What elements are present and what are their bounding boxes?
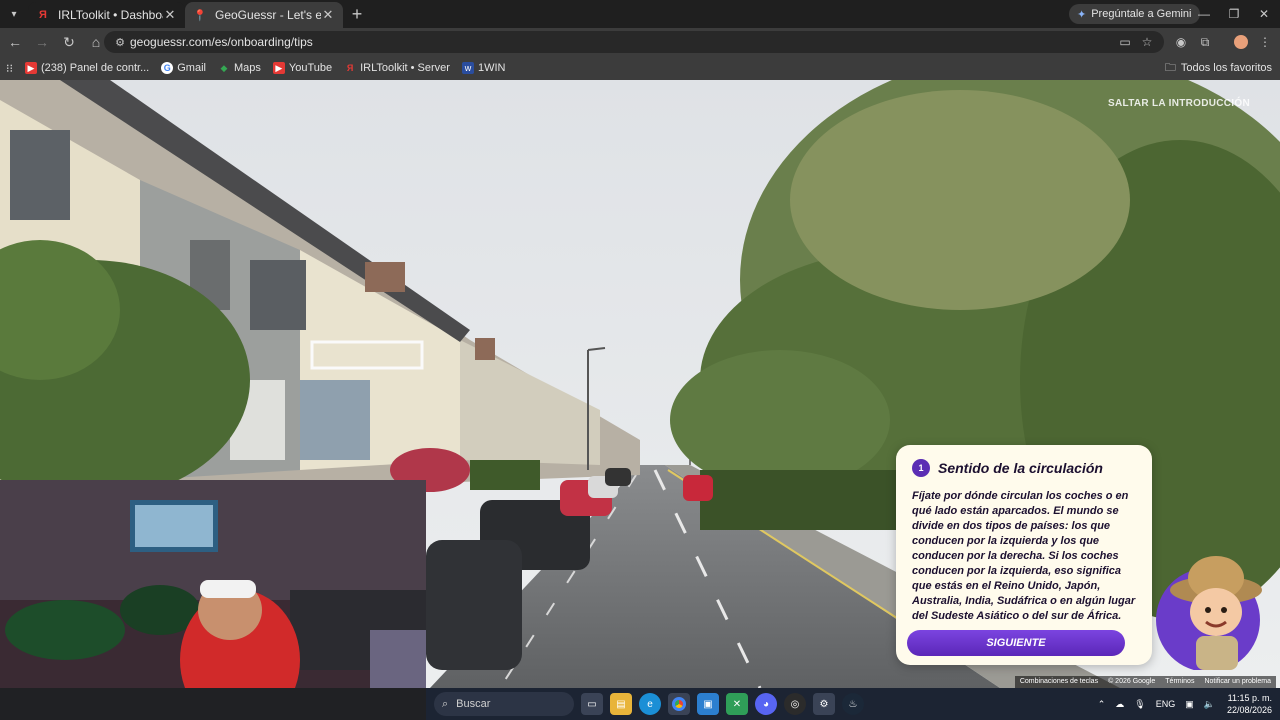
shortcuts-link[interactable]: Combinaciones de teclas — [1015, 676, 1103, 688]
search-label: Buscar — [456, 698, 491, 710]
back-button[interactable]: ← — [3, 30, 27, 54]
bookmark-maps[interactable]: ◆ Maps — [218, 62, 261, 74]
close-icon[interactable]: ✕ — [163, 7, 177, 23]
tip-body: Fíjate por dónde circulan los coches o e… — [912, 490, 1136, 622]
bookmark-label: YouTube — [288, 62, 333, 74]
star-icon[interactable]: ☆ — [1136, 31, 1158, 53]
gemini-label: Pregúntale a Gemini — [1091, 8, 1192, 20]
bookmark-label: 1WIN — [477, 62, 506, 74]
bookmark-label: IRLToolkit • Server — [360, 62, 450, 74]
webcam-scene — [0, 480, 426, 688]
tab-title: IRLToolkit • Dashboard — [58, 8, 163, 22]
cloud-icon[interactable]: ☁ — [1115, 699, 1124, 710]
store-icon[interactable]: ▣ — [697, 693, 719, 715]
bookmarks-bar: ⁝⁝ ▶ (238) Panel de contr... G Gmail ◆ Maps… — [0, 56, 1280, 80]
report-link[interactable]: Notificar un problema — [1199, 676, 1276, 688]
bookmark-youtube[interactable]: ▶ YouTube — [272, 62, 333, 74]
bookmark-irltoolkit[interactable]: Я IRLToolkit • Server — [344, 62, 450, 74]
clock-date: 22/08/2026 — [1226, 705, 1272, 715]
explorer-mascot — [1156, 550, 1266, 672]
address-bar[interactable]: ⚙ geoguessr.com/es/onboarding/tips — [104, 31, 1164, 53]
bookmark-label: Maps — [233, 62, 261, 74]
apps-icon[interactable]: ⁝⁝ — [6, 62, 13, 75]
extension-icon[interactable]: ◉ — [1170, 31, 1192, 53]
irltoolkit-icon: Я — [39, 9, 47, 21]
bookmark-1win[interactable]: w 1WIN — [461, 62, 506, 74]
tab-search-button[interactable]: ▾ — [0, 0, 28, 28]
all-bookmarks[interactable]: 🗀 Todos los favoritos — [1165, 56, 1272, 80]
youtube-icon: ▶ — [25, 62, 37, 74]
profile-avatar[interactable] — [1230, 31, 1252, 53]
new-tab-button[interactable]: + — [343, 4, 371, 25]
discord-icon[interactable]: ◕ — [755, 693, 777, 715]
site-info-icon[interactable]: ⚙ — [110, 36, 130, 49]
volume-icon[interactable]: 🔈 — [1204, 699, 1215, 710]
tab-title: GeoGuessr - Let's explore the w — [215, 8, 321, 22]
tip-number-badge: 1 — [912, 459, 930, 477]
search-icon: ⌕ — [442, 697, 449, 710]
irltoolkit-icon: Я — [346, 63, 354, 73]
youtube-icon: ▶ — [272, 62, 285, 74]
next-button[interactable]: SIGUIENTE — [907, 630, 1125, 656]
street-view[interactable]: SALTAR LA INTRODUCCIÓN 1 Sentido de la c… — [0, 80, 1280, 688]
cast-icon[interactable]: ▭ — [1114, 31, 1136, 53]
chevron-up-icon[interactable]: ⌃ — [1098, 699, 1106, 710]
terms-link[interactable]: Términos — [1160, 676, 1199, 688]
1win-icon: w — [461, 62, 474, 74]
chrome-icon[interactable] — [668, 693, 690, 715]
restore-button[interactable]: ❐ — [1218, 0, 1250, 28]
steam-icon[interactable]: ♨ — [842, 693, 864, 715]
taskbar-search[interactable]: ⌕ Buscar — [434, 692, 574, 716]
settings-icon[interactable]: ⚙ — [813, 693, 835, 715]
webcam-overlay — [0, 480, 426, 688]
task-view-icon[interactable]: ▭ — [581, 693, 603, 715]
network-icon[interactable]: ▣ — [1185, 699, 1194, 710]
obs-icon[interactable]: ◎ — [784, 693, 806, 715]
bookmark-label: (238) Panel de contr... — [41, 62, 150, 74]
bookmark-label: Gmail — [177, 62, 206, 74]
clock-time: 11:15 p. m. — [1227, 693, 1272, 703]
file-explorer-icon[interactable]: ▤ — [610, 693, 632, 715]
url-text: geoguessr.com/es/onboarding/tips — [130, 35, 313, 49]
folder-icon: 🗀 — [1164, 61, 1176, 74]
skip-intro-link[interactable]: SALTAR LA INTRODUCCIÓN — [1108, 98, 1250, 109]
gemini-button[interactable]: ✦ Pregúntale a Gemini — [1069, 4, 1200, 24]
bookmark-gmail[interactable]: G Gmail — [161, 62, 206, 74]
copyright-text: © 2026 Google — [1108, 678, 1156, 685]
mic-icon[interactable]: 🎙 — [1134, 699, 1145, 710]
minimize-button[interactable]: — — [1188, 0, 1220, 28]
all-bookmarks-label: Todos los favoritos — [1180, 62, 1272, 74]
app-x-icon[interactable]: ✕ — [726, 693, 748, 715]
bookmark-panel[interactable]: ▶ (238) Panel de contr... — [25, 62, 149, 74]
mascot-illustration — [1156, 556, 1262, 672]
gemini-icon: ✦ — [1077, 8, 1087, 21]
tab-irltoolkit[interactable]: Я IRLToolkit • Dashboard ✕ — [28, 2, 185, 28]
clock[interactable]: 11:15 p. m. 22/08/2026 — [1227, 692, 1272, 716]
google-icon: G — [161, 62, 174, 74]
reload-button[interactable]: ↻ — [57, 30, 81, 54]
tip-title: Sentido de la circulación — [938, 460, 1103, 476]
menu-icon[interactable]: ⋮ — [1254, 31, 1276, 53]
map-credits: Combinaciones de teclas © 2026 Google Té… — [1014, 676, 1276, 688]
map-pin-icon: 📍 — [193, 9, 207, 22]
close-window-button[interactable]: ✕ — [1248, 0, 1280, 28]
tab-geoguessr[interactable]: 📍 GeoGuessr - Let's explore the w ✕ — [185, 2, 343, 28]
tip-card: 1 Sentido de la circulación Fíjate por d… — [896, 445, 1152, 665]
edge-icon[interactable]: e — [639, 693, 661, 715]
extensions-puzzle-icon[interactable]: ⧉ — [1194, 31, 1216, 53]
language-indicator[interactable]: ENG — [1156, 699, 1176, 709]
system-tray: ⌃ ☁ 🎙 ENG ▣ 🔈 11:15 p. m. 22/08/2026 — [1088, 688, 1272, 720]
maps-icon: ◆ — [220, 62, 228, 73]
forward-button[interactable]: → — [30, 30, 54, 54]
close-icon[interactable]: ✕ — [321, 7, 335, 23]
